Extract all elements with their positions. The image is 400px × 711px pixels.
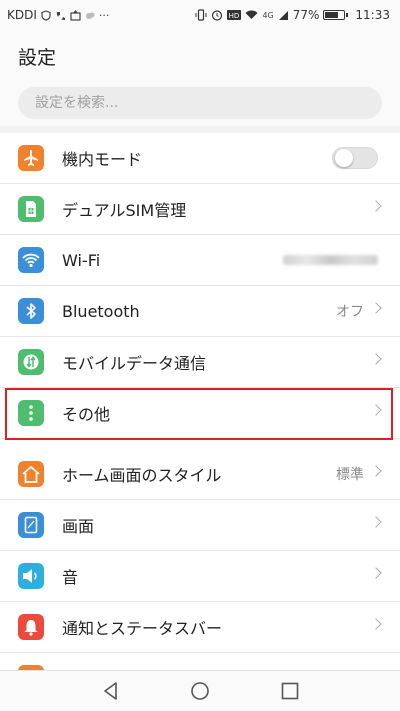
chevron-right-icon	[370, 404, 382, 416]
navigation-bar	[0, 670, 400, 711]
chevron-right-icon	[370, 567, 382, 579]
wifi-status-icon	[245, 10, 258, 19]
bell-icon	[18, 614, 44, 640]
chevron-right-icon	[370, 302, 382, 314]
airplane-icon	[18, 145, 44, 171]
wifi-network-name-obscured	[283, 255, 378, 265]
settings-item-bluetooth[interactable]: Bluetooth オフ	[0, 286, 400, 337]
mobile-data-icon	[18, 349, 44, 375]
home-circle-icon[interactable]	[190, 681, 210, 701]
more-vertical-icon	[18, 400, 44, 426]
chevron-right-icon	[370, 516, 382, 528]
speaker-icon	[18, 563, 44, 589]
chevron-right-icon	[370, 465, 382, 477]
search-area	[0, 82, 400, 126]
home-icon	[18, 461, 44, 487]
bluetooth-icon	[18, 298, 44, 324]
settings-item-partial[interactable]	[0, 653, 400, 670]
settings-item-wifi[interactable]: Wi-Fi	[0, 235, 400, 286]
search-bar[interactable]	[18, 87, 382, 119]
battery-icon	[323, 10, 349, 20]
settings-item-mobile-data[interactable]: モバイルデータ通信	[0, 337, 400, 388]
clock: 11:33	[355, 8, 390, 22]
back-icon[interactable]	[101, 681, 121, 701]
app-header: 設定	[0, 30, 400, 82]
more-icon: ···	[98, 8, 110, 22]
settings-item-label: 画面	[62, 517, 95, 536]
settings-item-dual-sim[interactable]: デュアルSIM管理	[0, 184, 400, 235]
settings-item-notifications[interactable]: 通知とステータスバー	[0, 602, 400, 653]
toggle-knob	[335, 149, 353, 167]
settings-item-label: Wi-Fi	[62, 250, 101, 270]
settings-item-airplane-mode[interactable]: 機内モード	[0, 133, 400, 184]
settings-list: 機内モード デュアルSIM管理 Wi-Fi Bluetooth オフ モバイルデ…	[0, 133, 400, 670]
sim-card-icon	[18, 196, 44, 222]
search-input[interactable]	[18, 94, 382, 112]
battery-percent: 77%	[292, 8, 320, 22]
alarm-icon	[212, 10, 223, 21]
settings-item-label: その他	[62, 405, 111, 424]
network-type-label: 4G	[262, 10, 274, 20]
settings-item-label: モバイルデータ通信	[62, 354, 207, 373]
settings-item-display[interactable]: 画面	[0, 500, 400, 551]
settings-item-label: 音	[62, 568, 79, 587]
status-bar: KDDI ··· HD 4G 77% 11:33	[0, 0, 400, 30]
settings-item-label: Bluetooth	[62, 301, 140, 321]
airplane-mode-toggle[interactable]	[332, 147, 378, 169]
settings-item-label: 機内モード	[62, 150, 143, 169]
hd-icon: HD	[227, 10, 242, 20]
settings-item-label: デュアルSIM管理	[62, 201, 187, 220]
cloud-icon	[85, 12, 95, 19]
chevron-right-icon	[370, 200, 382, 212]
page-title: 設定	[18, 46, 57, 69]
settings-item-label: ホーム画面のスタイル	[62, 466, 222, 485]
bluetooth-status: オフ	[336, 304, 364, 320]
vibrate-icon	[195, 9, 207, 21]
cell-signal-icon	[278, 10, 288, 20]
display-icon	[18, 512, 44, 538]
chevron-right-icon	[370, 353, 382, 365]
chevron-right-icon	[370, 618, 382, 630]
phone-signal-icon	[56, 11, 65, 20]
shield-icon	[41, 9, 51, 21]
upload-icon	[70, 9, 81, 21]
svg-text:HD: HD	[229, 12, 240, 20]
carrier-label: KDDI	[7, 8, 37, 22]
recents-icon[interactable]	[280, 681, 300, 701]
settings-item-home-style[interactable]: ホーム画面のスタイル 標準	[0, 449, 400, 500]
settings-item-more[interactable]: その他	[0, 388, 400, 439]
home-style-value: 標準	[336, 467, 364, 483]
wifi-icon	[18, 247, 44, 273]
settings-item-label: 通知とステータスバー	[62, 619, 223, 638]
settings-item-sound[interactable]: 音	[0, 551, 400, 602]
